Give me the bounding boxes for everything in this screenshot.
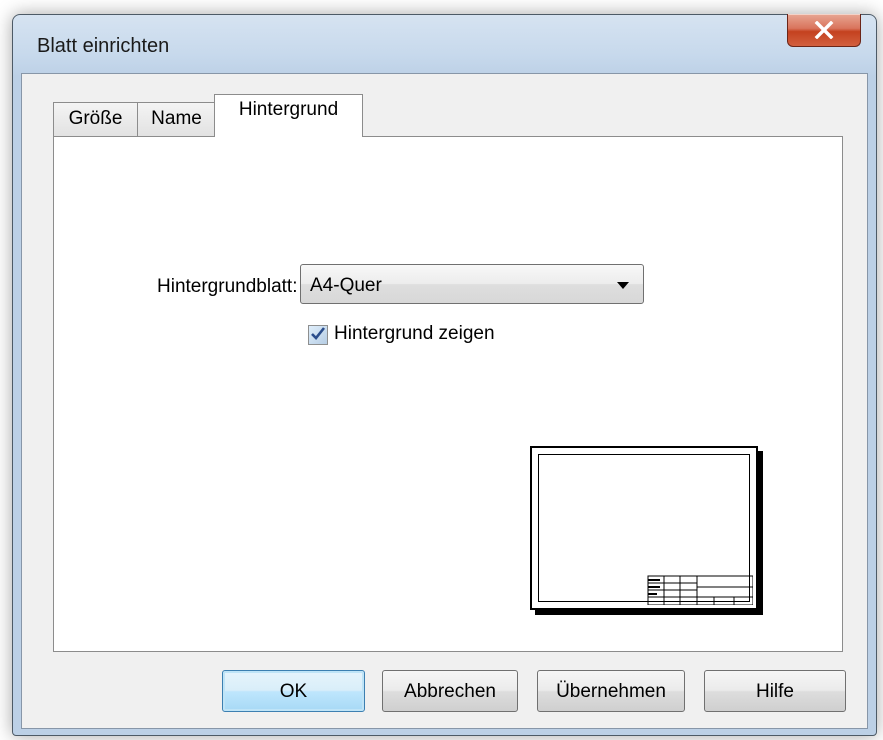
title-block-graphic <box>647 575 753 605</box>
background-sheet-value: A4-Quer <box>310 275 382 296</box>
cancel-button[interactable]: Abbrechen <box>382 670 518 712</box>
tab-label: Name <box>151 108 202 129</box>
title-bar[interactable]: Blatt einrichten <box>13 14 876 73</box>
chevron-down-icon <box>617 282 629 289</box>
dialog-client-area: Größe Name Hintergrund Hintergrundblatt:… <box>21 73 868 729</box>
sheet-preview-border <box>538 454 753 605</box>
show-background-label[interactable]: Hintergrund zeigen <box>334 323 495 345</box>
tab-panel-hintergrund: Hintergrundblatt: A4-Quer Hintergrund ze… <box>53 136 843 652</box>
ok-button[interactable]: OK <box>222 670 365 712</box>
apply-button[interactable]: Übernehmen <box>537 670 685 712</box>
close-button[interactable] <box>787 14 861 47</box>
tab-label: Größe <box>68 108 123 129</box>
tab-groesse[interactable]: Größe <box>53 102 138 136</box>
tab-label: Hintergrund <box>238 99 339 120</box>
background-sheet-label: Hintergrundblatt: <box>157 276 298 297</box>
checkmark-icon <box>311 327 326 340</box>
help-button[interactable]: Hilfe <box>704 670 846 712</box>
window-title: Blatt einrichten <box>37 35 170 57</box>
show-background-checkbox[interactable] <box>308 325 328 345</box>
close-icon <box>814 21 834 39</box>
tab-name[interactable]: Name <box>137 102 216 136</box>
tab-hintergrund[interactable]: Hintergrund <box>214 94 363 137</box>
dialog-window: Blatt einrichten Größe Name Hintergrund … <box>12 14 877 736</box>
background-sheet-select[interactable]: A4-Quer <box>300 264 644 304</box>
sheet-preview <box>530 446 758 610</box>
